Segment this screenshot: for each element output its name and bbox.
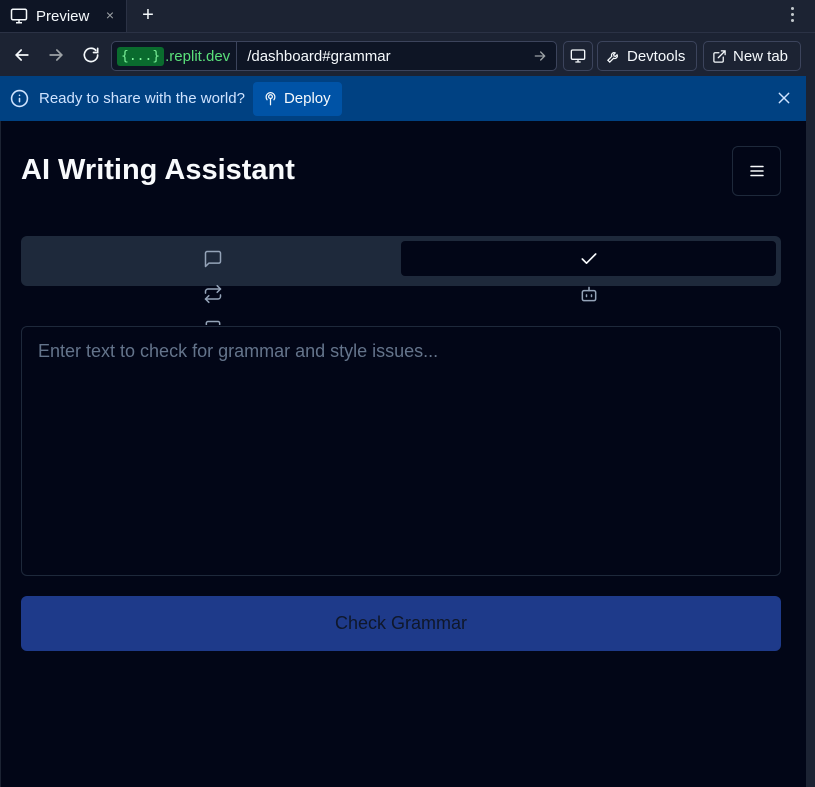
text-input[interactable] bbox=[21, 326, 781, 576]
check-icon[interactable] bbox=[579, 249, 599, 269]
check-grammar-button[interactable]: Check Grammar bbox=[21, 596, 781, 651]
open-new-tab-button[interactable]: New tab bbox=[703, 41, 801, 71]
feature-tabs bbox=[21, 236, 781, 286]
deploy-label: Deploy bbox=[283, 90, 331, 107]
url-path: /dashboard#grammar bbox=[247, 47, 391, 65]
banner-message: Ready to share with the world? bbox=[39, 90, 245, 107]
scrollbar-track bbox=[806, 76, 815, 787]
deploy-button[interactable]: Deploy bbox=[252, 81, 342, 116]
devtools-label: Devtools bbox=[627, 47, 686, 65]
hamburger-menu-icon bbox=[749, 165, 764, 177]
url-domain-tag: {...} bbox=[117, 46, 165, 66]
app-viewport: AI Writing Assistant Check Grammar bbox=[1, 121, 806, 787]
new-tab-label: New tab bbox=[733, 47, 789, 65]
devtools-button[interactable]: Devtools bbox=[597, 41, 697, 71]
tab-close-icon[interactable]: × bbox=[102, 7, 118, 23]
address-toolbar: {...} .replit.dev /dashboard#grammar Dev… bbox=[0, 32, 815, 76]
new-tab-plus-icon[interactable]: + bbox=[138, 4, 158, 26]
forward-arrow-icon[interactable] bbox=[46, 45, 66, 65]
tab-title: Preview bbox=[36, 7, 90, 25]
monitor-icon bbox=[10, 8, 28, 24]
more-menu-icon[interactable] bbox=[789, 5, 795, 25]
monitor-icon bbox=[570, 49, 586, 63]
bot-icon[interactable] bbox=[579, 284, 599, 304]
go-arrow-icon[interactable] bbox=[532, 48, 548, 64]
url-domain: .replit.dev bbox=[165, 47, 231, 65]
tab-preview[interactable]: Preview × bbox=[0, 0, 127, 32]
deploy-icon bbox=[265, 92, 276, 106]
info-icon bbox=[10, 89, 29, 108]
page-title: AI Writing Assistant bbox=[21, 154, 295, 186]
device-preview-button[interactable] bbox=[563, 41, 593, 71]
menu-button[interactable] bbox=[732, 146, 781, 196]
deploy-banner: Ready to share with the world? Deploy bbox=[0, 76, 806, 121]
browser-window: Preview × + {...} .replit.dev /dashboard… bbox=[0, 0, 815, 787]
repeat-icon[interactable] bbox=[203, 284, 223, 304]
url-field[interactable]: {...} .replit.dev /dashboard#grammar bbox=[111, 41, 557, 71]
reload-icon[interactable] bbox=[81, 45, 101, 65]
external-link-icon bbox=[713, 49, 726, 63]
close-icon[interactable] bbox=[776, 90, 792, 106]
url-divider bbox=[236, 42, 238, 70]
tab-strip: Preview × + bbox=[0, 0, 815, 32]
back-arrow-icon[interactable] bbox=[12, 45, 32, 65]
wrench-icon bbox=[606, 51, 618, 63]
message-square-icon[interactable] bbox=[203, 249, 223, 269]
